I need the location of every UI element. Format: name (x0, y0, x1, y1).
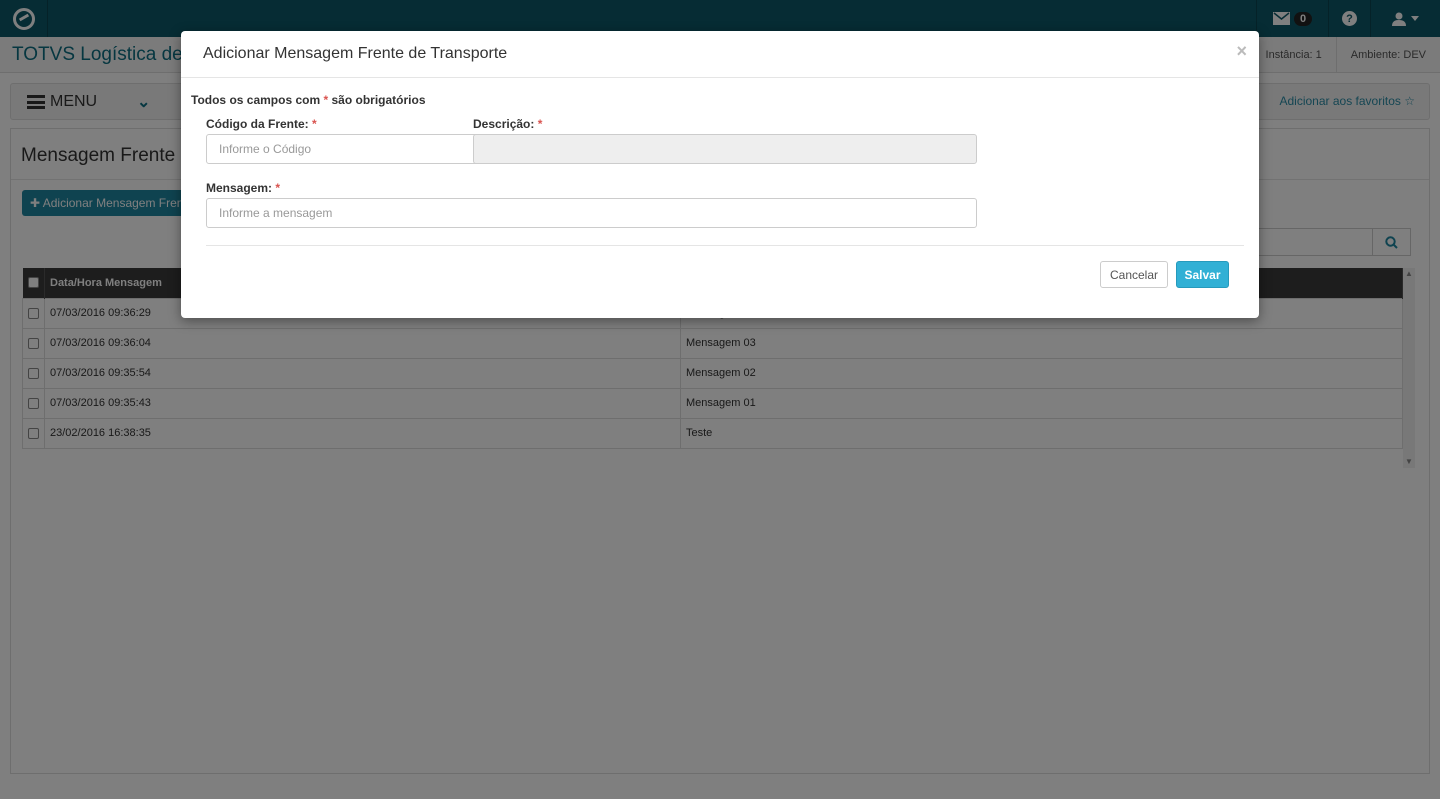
cancel-button[interactable]: Cancelar (1100, 261, 1168, 288)
codigo-label-text: Código da Frente: (206, 117, 309, 131)
save-button[interactable]: Salvar (1176, 261, 1229, 288)
dialog-header: Adicionar Mensagem Frente de Transporte … (181, 31, 1259, 78)
dialog-divider (206, 245, 1244, 246)
required-note-suffix: são obrigatórios (331, 93, 426, 107)
mensagem-input[interactable] (206, 198, 977, 228)
mensagem-label: Mensagem: * (206, 181, 280, 195)
dialog-title: Adicionar Mensagem Frente de Transporte (203, 45, 508, 62)
descricao-label-text: Descrição: (473, 117, 535, 131)
descricao-label: Descrição: * (473, 117, 542, 131)
required-star: * (537, 117, 543, 131)
required-star: * (323, 93, 329, 107)
required-star: * (312, 117, 317, 131)
close-icon[interactable]: × (1236, 41, 1247, 62)
add-message-dialog: Adicionar Mensagem Frente de Transporte … (181, 31, 1259, 318)
codigo-label: Código da Frente: * (206, 117, 317, 131)
mensagem-label-text: Mensagem: (206, 181, 273, 195)
required-note-prefix: Todos os campos com (191, 93, 321, 107)
required-fields-note: Todos os campos com * são obrigatórios (191, 93, 426, 107)
required-star: * (275, 181, 281, 195)
descricao-input (473, 134, 977, 164)
